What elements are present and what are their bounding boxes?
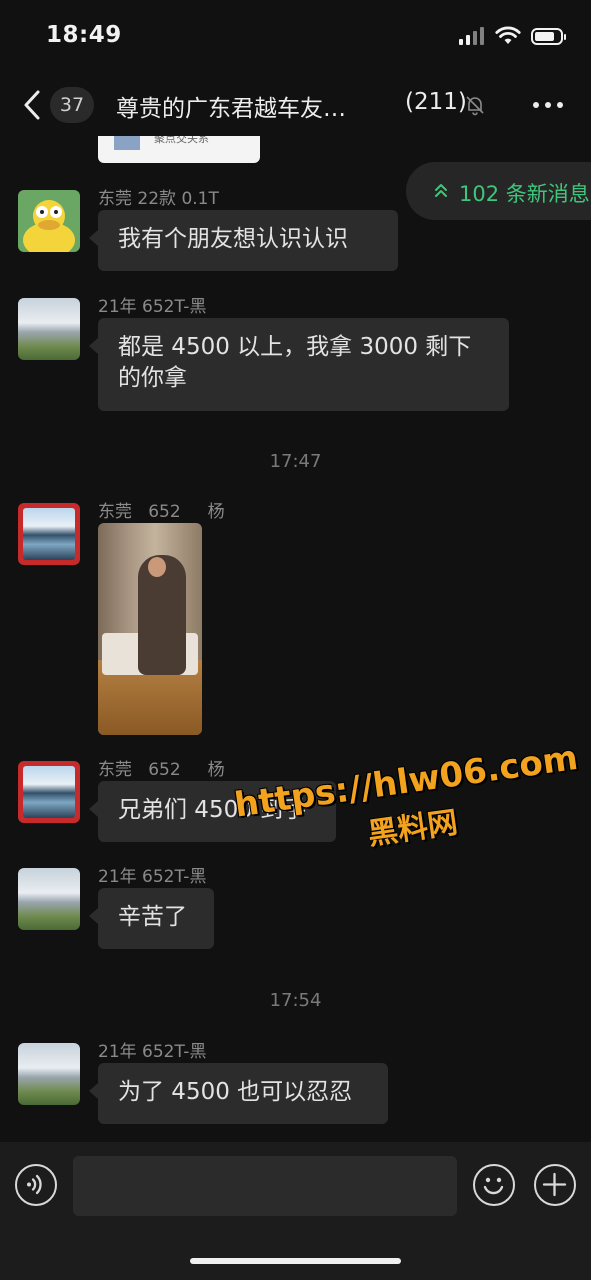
sender-name: 21年 652T-黑 [98,297,207,317]
battery-level [535,31,555,41]
message-bubble[interactable]: 都是 4500 以上，我拿 3000 剩下的你拿 [89,318,509,411]
status-bar: 18:49 [0,0,591,74]
cellular-signal-icon [459,27,485,45]
plus-icon [542,1172,567,1197]
sender-name: 21年 652T-黑 [98,1042,207,1062]
more-icon[interactable] [533,102,563,108]
avatar[interactable] [18,190,80,252]
battery-icon [531,27,566,45]
emoji-icon [483,1177,504,1195]
new-messages-label: 102 条新消息 [459,182,590,206]
status-icons [459,26,566,46]
message-bubble[interactable]: 辛苦了 [89,888,214,949]
watermark: https://hlw06.com 黑料网 [232,738,587,871]
home-indicator[interactable] [190,1258,401,1264]
message-input[interactable] [73,1156,457,1216]
message-bubble[interactable]: 为了 4500 也可以忍忍 [89,1063,388,1124]
message-bubble[interactable]: 我有个朋友想认识认识 [89,210,398,271]
sender-name: 东莞 652 杨 [98,502,225,522]
member-count: (211) [405,89,467,115]
timestamp: 17:54 [269,990,322,1011]
previous-message-card[interactable]: 聚点交关系 [98,136,260,163]
image-message[interactable] [98,523,202,735]
chat-title[interactable]: 尊贵的广东君越车友… [116,89,386,123]
voice-icon [27,1174,42,1195]
avatar[interactable] [18,868,80,930]
double-chevron-up-icon [435,184,447,197]
status-time: 18:49 [46,22,122,48]
avatar[interactable] [18,298,80,360]
sender-name: 东莞 22款 0.1T [98,189,219,209]
unread-count-badge[interactable]: 37 [50,87,94,123]
avatar[interactable] [18,1043,80,1105]
chevron-left-icon[interactable] [18,88,48,122]
timestamp: 17:47 [269,451,322,472]
emoji-button[interactable] [473,1164,515,1206]
plus-button[interactable] [534,1164,576,1206]
bell-muted-icon [466,96,484,116]
avatar[interactable] [18,503,80,565]
sender-name: 东莞 652 杨 [98,760,225,780]
new-messages-button[interactable]: 102 条新消息 [406,162,591,220]
voice-input-button[interactable] [15,1164,57,1206]
card-thumbnail [114,136,140,150]
sender-name: 21年 652T-黑 [98,867,207,887]
card-text: 聚点交关系 [154,136,209,145]
chat-header: 37 尊贵的广东君越车友… (211) [0,74,591,136]
duck-icon [23,200,75,252]
avatar[interactable] [18,761,80,823]
wifi-icon [495,26,521,44]
